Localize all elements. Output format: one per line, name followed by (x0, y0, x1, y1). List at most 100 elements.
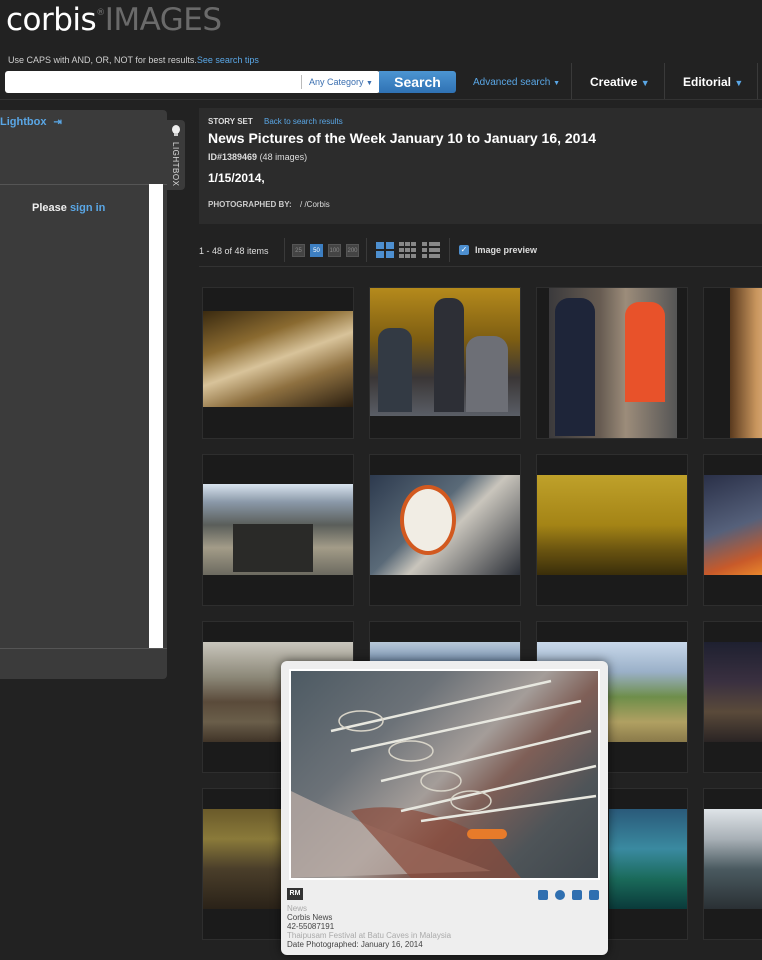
preview-category: News (287, 904, 308, 913)
lightbox-tab[interactable]: LIGHTBOX (167, 120, 185, 190)
nav-divider (571, 63, 572, 99)
image-tile[interactable] (703, 454, 762, 606)
image-tile[interactable] (202, 287, 354, 439)
cart-icon[interactable] (589, 890, 599, 900)
image-tile[interactable] (369, 287, 521, 439)
popout-icon[interactable]: ⇥ (54, 117, 62, 128)
medium-grid-view-icon[interactable] (399, 242, 417, 258)
story-id-value: ID#1389469 (208, 152, 258, 162)
search-button[interactable]: Search (379, 71, 456, 93)
preview-collection: Corbis News (287, 913, 333, 922)
toolbar-divider-line (199, 266, 762, 267)
lightbox-title[interactable]: Lightbox ⇥ (0, 116, 62, 128)
category-dropdown[interactable]: Any Category ▼ (301, 75, 373, 89)
nav-creative[interactable]: Creative ▼ (590, 75, 650, 89)
search-tips-link[interactable]: See search tips (197, 55, 259, 65)
thumbnail-protest-poster[interactable] (370, 475, 520, 575)
lightbulb-base (174, 133, 178, 136)
lightbox-divider (0, 648, 167, 649)
chevron-down-icon: ▼ (640, 78, 650, 88)
image-preview-label: Image preview (475, 245, 538, 255)
nav-editorial[interactable]: Editorial ▼ (683, 75, 743, 89)
image-tile[interactable] (202, 454, 354, 606)
chevron-down-icon: ▼ (366, 80, 373, 87)
header-divider (0, 99, 762, 100)
story-date: 1/15/2014, (208, 171, 265, 185)
lightbox-panel: Lightbox ⇥ Please sign in (0, 110, 167, 679)
story-set-label: STORY SET (208, 117, 253, 126)
thumbnail-snowy-river[interactable] (704, 809, 762, 909)
per-page-50[interactable]: 50 (310, 244, 323, 257)
thumbnail-veiled-figure[interactable] (203, 311, 353, 407)
image-tile[interactable] (703, 788, 762, 940)
image-tile[interactable] (703, 287, 762, 439)
page-title: News Pictures of the Week January 10 to … (208, 130, 597, 146)
tips-text: Use CAPS with AND, OR, NOT for best resu… (8, 55, 197, 65)
story-header: STORY SET Back to search results News Pi… (199, 108, 762, 224)
preview-image-frame (289, 669, 600, 880)
signin-prefix: Please (32, 202, 67, 214)
photographed-by-value: / /Corbis (300, 200, 330, 209)
lightbox-divider (0, 184, 167, 185)
lightbox-tab-label: LIGHTBOX (171, 142, 180, 187)
per-page-100[interactable]: 100 (328, 244, 341, 257)
nav-editorial-label: Editorial (683, 75, 732, 89)
back-to-results-link[interactable]: Back to search results (264, 117, 343, 126)
chevron-down-icon: ▼ (553, 80, 560, 87)
thumbnail-fire-clouds[interactable] (704, 475, 762, 575)
image-tile[interactable] (703, 621, 762, 773)
info-icon[interactable] (555, 890, 565, 900)
large-grid-view-icon[interactable] (376, 242, 394, 258)
thumbnail-football-awards[interactable] (370, 288, 520, 416)
corbis-logo[interactable]: corbis®IMAGES (6, 2, 222, 38)
search-box: Any Category ▼ (5, 71, 380, 93)
thumbnail-portrait-woman[interactable] (730, 288, 762, 438)
preview-date: Date Photographed: January 16, 2014 (287, 940, 451, 949)
thumbnail-state-couple[interactable] (549, 288, 677, 438)
category-label: Any Category (309, 77, 364, 87)
story-image-count: (48 images) (259, 152, 308, 162)
toolbar-divider (366, 238, 367, 262)
preview-date-value: January 16, 2014 (360, 940, 423, 949)
rights-managed-badge: RM (287, 888, 303, 900)
advanced-search-link[interactable]: Advanced search ▼ (473, 77, 560, 88)
chevron-down-icon: ▼ (734, 78, 744, 88)
signin-link[interactable]: sign in (70, 202, 105, 214)
document-icon[interactable] (572, 890, 582, 900)
result-count: 1 - 48 of 48 items (199, 246, 269, 256)
nav-divider (664, 63, 665, 99)
lightbox-title-text: Lightbox (0, 116, 47, 128)
toolbar-divider (284, 238, 285, 262)
preview-metadata: News Corbis News 42-55087191 Thaipusam F… (287, 904, 451, 949)
thumbnail-yellow-sky-birds[interactable] (537, 475, 687, 575)
preview-image-id: 42-55087191 (287, 922, 335, 931)
logo-sub: IMAGES (104, 2, 222, 38)
story-id: ID#1389469 (48 images) (208, 152, 307, 162)
logo-main: corbis (6, 2, 97, 38)
preview-date-label: Date Photographed: (287, 940, 359, 949)
add-to-lightbox-icon[interactable] (538, 890, 548, 900)
nav-divider (757, 63, 758, 99)
image-preview-checkbox[interactable]: ✓ (459, 245, 469, 255)
image-preview-popup: RM News Corbis News 42-55087191 Thaipusa… (281, 661, 608, 955)
preview-image[interactable] (291, 671, 598, 878)
list-view-icon[interactable] (422, 242, 440, 258)
lightbox-scrollbar[interactable] (149, 184, 163, 648)
thumbnail-crowd-truck[interactable] (203, 484, 353, 575)
preview-action-icons (538, 887, 606, 905)
thumbnail-river-bathers[interactable] (609, 809, 687, 909)
photographed-by-label: PHOTOGRAPHED BY: (208, 200, 292, 209)
thumbnail-night-crowd[interactable] (704, 642, 762, 742)
toolbar-divider (449, 238, 450, 262)
preview-caption: Thaipusam Festival at Batu Caves in Mala… (287, 931, 452, 940)
search-input[interactable] (5, 71, 297, 93)
advanced-search-label: Advanced search (473, 77, 551, 88)
per-page-25[interactable]: 25 (292, 244, 305, 257)
image-tile[interactable] (536, 454, 688, 606)
image-tile[interactable] (536, 287, 688, 439)
per-page-200[interactable]: 200 (346, 244, 359, 257)
lightbox-signin: Please sign in (32, 202, 105, 214)
logo-registered: ® (96, 8, 105, 18)
search-tips: Use CAPS with AND, OR, NOT for best resu… (8, 55, 259, 65)
image-tile[interactable] (369, 454, 521, 606)
